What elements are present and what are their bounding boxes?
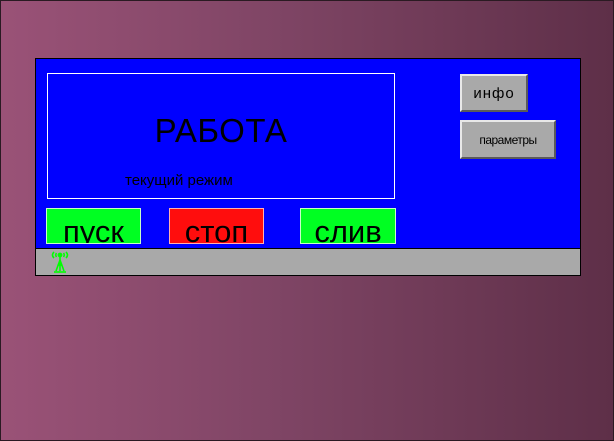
start-button[interactable]: пуск — [46, 208, 141, 244]
status-bar — [36, 248, 580, 275]
status-display: РАБОТА текущий режим — [47, 73, 395, 199]
drain-button[interactable]: слив — [300, 208, 396, 244]
parameters-button[interactable]: параметры — [460, 120, 556, 159]
antenna-icon — [51, 251, 69, 273]
info-button[interactable]: инфо — [460, 74, 528, 112]
state-text: РАБОТА — [154, 112, 288, 149]
mode-label: текущий режим — [125, 172, 233, 189]
stop-button-label: стоп — [184, 214, 249, 244]
stop-button[interactable]: стоп — [169, 208, 264, 244]
drain-button-label: слив — [314, 214, 382, 244]
parameters-button-label: параметры — [479, 132, 537, 147]
hmi-screen: РАБОТА текущий режим инфо параметры пуск… — [0, 0, 614, 441]
info-button-label: инфо — [473, 84, 515, 102]
control-panel: РАБОТА текущий режим инфо параметры пуск… — [35, 58, 581, 276]
start-button-label: пуск — [62, 214, 124, 244]
